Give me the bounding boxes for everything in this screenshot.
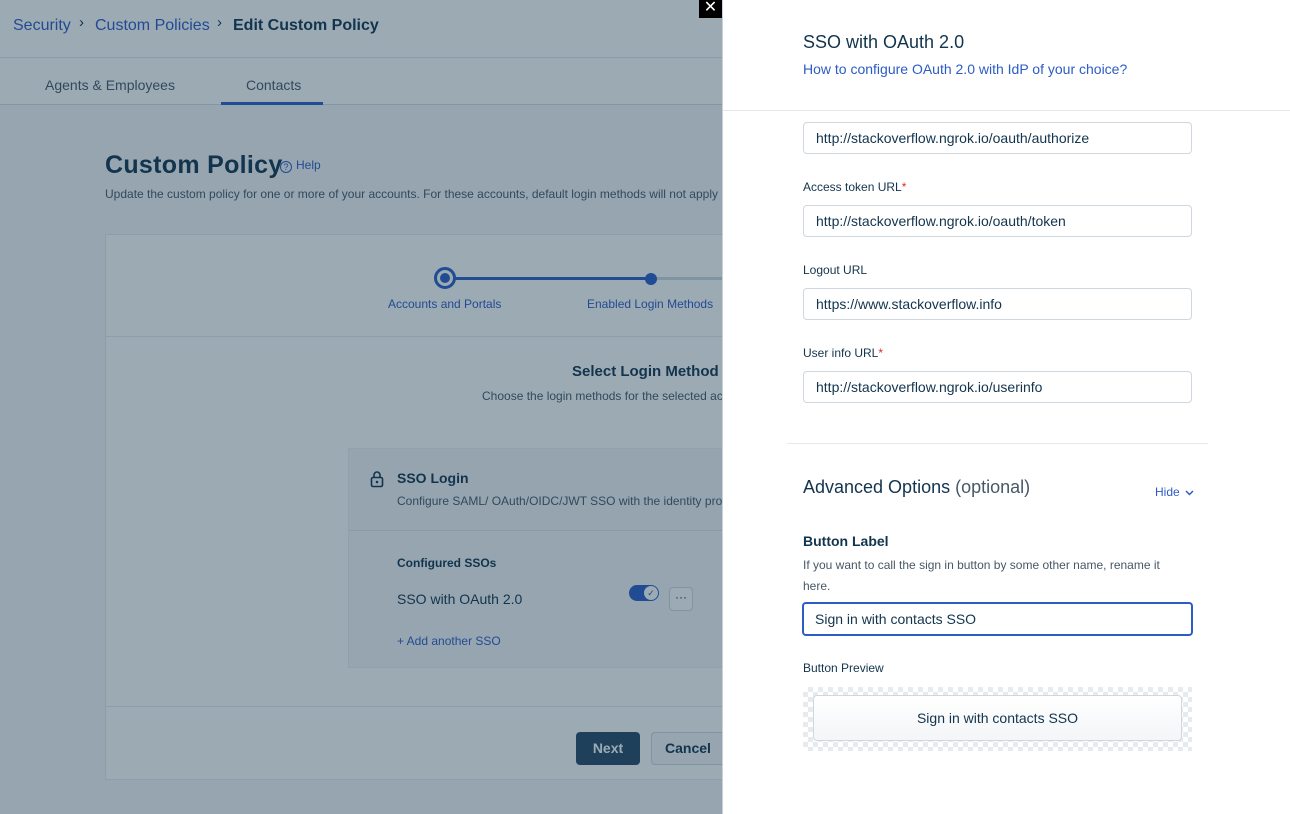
user-info-url-input[interactable] (803, 371, 1192, 403)
hide-advanced-link[interactable]: Hide (1155, 485, 1194, 499)
access-token-url-input[interactable] (803, 205, 1192, 237)
user-info-url-label: User info URL* (803, 346, 884, 360)
access-token-label: Access token URL* (803, 180, 907, 194)
close-drawer-button[interactable]: ✕ (699, 0, 722, 18)
sso-config-drawer: SSO with OAuth 2.0 How to configure OAut… (722, 0, 1290, 814)
logout-url-input[interactable] (803, 288, 1192, 320)
advanced-options-title: Advanced Options (optional) (803, 477, 1031, 497)
button-preview-area: Sign in with contacts SSO (803, 687, 1192, 751)
button-label-input[interactable] (802, 602, 1193, 636)
background-page: Security › Custom Policies › Edit Custom… (0, 0, 722, 814)
logout-url-label: Logout URL (803, 263, 868, 277)
authorize-url-input[interactable] (803, 122, 1192, 154)
drawer-header: SSO with OAuth 2.0 How to configure OAut… (723, 0, 1290, 111)
button-label-help: If you want to call the sign in button b… (803, 558, 1160, 593)
chevron-down-icon (1185, 490, 1194, 496)
preview-sign-in-button[interactable]: Sign in with contacts SSO (813, 695, 1182, 741)
config-help-link[interactable]: How to configure OAuth 2.0 with IdP of y… (803, 61, 1127, 77)
section-divider (787, 443, 1208, 444)
drawer-title: SSO with OAuth 2.0 (803, 32, 965, 52)
button-preview-label: Button Preview (803, 661, 884, 675)
modal-overlay[interactable] (0, 0, 722, 814)
button-label-title: Button Label (803, 533, 889, 549)
required-marker: * (878, 346, 884, 360)
required-marker: * (901, 180, 907, 194)
